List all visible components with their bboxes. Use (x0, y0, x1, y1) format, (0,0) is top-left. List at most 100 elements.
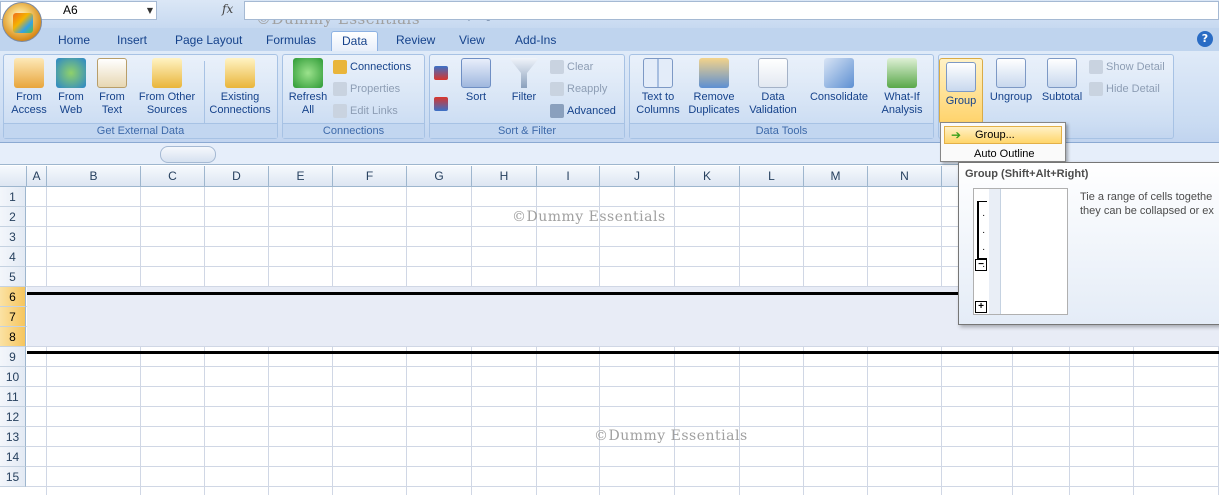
advanced-icon (550, 104, 564, 119)
row-header-10[interactable]: 10 (0, 367, 26, 387)
column-header-l[interactable]: L (740, 166, 804, 187)
connections-button[interactable]: Connections (333, 58, 411, 76)
filter-icon (509, 58, 539, 88)
insert-function-icon[interactable]: fx (222, 2, 233, 16)
column-header-h[interactable]: H (472, 166, 537, 187)
column-header-a[interactable]: A (27, 166, 47, 187)
column-header-g[interactable]: G (407, 166, 472, 187)
formula-bar-splitter[interactable] (160, 146, 216, 163)
column-header-b[interactable]: B (47, 166, 141, 187)
row-header-4[interactable]: 4 (0, 247, 26, 267)
group-button[interactable]: Group (939, 58, 983, 124)
menu-item-auto-outline[interactable]: Auto Outline (974, 148, 1035, 160)
text-to-columns-button[interactable]: Text to Columns (633, 58, 683, 117)
access-icon (14, 58, 44, 88)
tab-add-ins[interactable]: Add-Ins (505, 31, 566, 52)
column-header-j[interactable]: J (600, 166, 675, 187)
tooltip-description: Tie a range of cells togethe they can be… (1080, 190, 1219, 218)
data-validation-button[interactable]: Data Validation (748, 58, 798, 117)
refresh-all-button[interactable]: Refresh All (286, 58, 330, 117)
tab-page-layout[interactable]: Page Layout (165, 31, 252, 52)
group-label: Connections (283, 123, 424, 138)
row-header-7[interactable]: 7 (0, 307, 26, 327)
sort-z-a-button[interactable] (434, 95, 451, 113)
row-header-12[interactable]: 12 (0, 407, 26, 427)
tab-view[interactable]: View (449, 31, 495, 52)
row-header-13[interactable]: 13 (0, 427, 26, 447)
show-detail-button[interactable]: Show Detail (1089, 58, 1165, 76)
column-header-n[interactable]: N (868, 166, 942, 187)
group-get-external-data: From Access From Web From Text From Othe… (3, 54, 278, 139)
column-header-c[interactable]: C (141, 166, 205, 187)
properties-icon (333, 82, 347, 97)
chevron-down-icon[interactable]: ▼ (143, 1, 157, 20)
what-if-analysis-button[interactable]: What-If Analysis (876, 58, 928, 117)
menu-item-group[interactable]: Group... (944, 126, 1062, 144)
from-access-button[interactable]: From Access (8, 58, 50, 117)
column-header-e[interactable]: E (269, 166, 333, 187)
tab-insert[interactable]: Insert (107, 31, 157, 52)
reapply-button[interactable]: Reapply (550, 80, 607, 98)
from-text-button[interactable]: From Text (94, 58, 130, 117)
sort-a-z-icon (434, 66, 448, 81)
gridline-h (26, 386, 1219, 387)
tab-data[interactable]: Data (331, 31, 379, 52)
filter-button[interactable]: Filter (506, 58, 542, 104)
select-all-corner[interactable] (0, 166, 27, 187)
column-header-d[interactable]: D (205, 166, 269, 187)
row-header-14[interactable]: 14 (0, 447, 26, 467)
hide-detail-icon (1089, 82, 1103, 97)
example-row-header (989, 189, 1001, 314)
example-dot: · (982, 210, 986, 221)
collapse-icon: − (975, 259, 987, 271)
ungroup-button[interactable]: Ungroup (987, 58, 1035, 104)
tooltip-desc-line-1: Tie a range of cells togethe (1080, 191, 1213, 203)
clear-button[interactable]: Clear (550, 58, 593, 76)
row-header-15[interactable]: 15 (0, 467, 26, 487)
row-header-9[interactable]: 9 (0, 347, 26, 367)
connections-icon (333, 60, 347, 75)
example-dot: · (982, 227, 986, 238)
row-header-5[interactable]: 5 (0, 267, 26, 287)
from-web-button[interactable]: From Web (53, 58, 89, 117)
column-header-m[interactable]: M (804, 166, 868, 187)
consolidate-button[interactable]: Consolidate (806, 58, 872, 104)
from-other-sources-button[interactable]: From Other Sources (134, 58, 200, 117)
text-to-columns-icon (643, 58, 673, 88)
group-label: Get External Data (4, 123, 277, 138)
group-sort-filter: Sort Filter Clear Reapply Advanced Sort … (429, 54, 625, 139)
row-header-6[interactable]: 6 (0, 287, 26, 307)
existing-connections-button[interactable]: Existing Connections (207, 58, 273, 117)
watermark: ©Dummy Essentials (594, 428, 748, 444)
row-header-11[interactable]: 11 (0, 387, 26, 407)
gridline-h (26, 486, 1219, 487)
edit-links-button[interactable]: Edit Links (333, 102, 398, 120)
office-button[interactable] (2, 2, 42, 42)
tab-home[interactable]: Home (48, 31, 100, 52)
reapply-icon (550, 82, 564, 97)
tab-formulas[interactable]: Formulas (256, 31, 326, 52)
sort-icon (461, 58, 491, 88)
gridline-h (26, 346, 1219, 347)
sort-a-z-button[interactable] (434, 65, 451, 83)
column-header-f[interactable]: F (333, 166, 407, 187)
advanced-button[interactable]: Advanced (550, 102, 616, 120)
row-header-8[interactable]: 8 (0, 327, 26, 347)
row-header-2[interactable]: 2 (0, 207, 26, 227)
row-header-3[interactable]: 3 (0, 227, 26, 247)
tab-review[interactable]: Review (386, 31, 445, 52)
sort-button[interactable]: Sort (458, 58, 494, 104)
web-icon (56, 58, 86, 88)
column-header-i[interactable]: I (537, 166, 600, 187)
example-dot: · (982, 244, 986, 255)
data-validation-icon (758, 58, 788, 88)
remove-duplicates-button[interactable]: Remove Duplicates (686, 58, 742, 117)
column-header-k[interactable]: K (675, 166, 740, 187)
formula-input[interactable] (244, 1, 1219, 20)
hide-detail-button[interactable]: Hide Detail (1089, 80, 1160, 98)
help-icon[interactable]: ? (1197, 31, 1213, 47)
row-header-1[interactable]: 1 (0, 187, 26, 207)
subtotal-button[interactable]: Subtotal (1039, 58, 1085, 104)
bottom-border-line (27, 351, 1219, 354)
properties-button[interactable]: Properties (333, 80, 400, 98)
